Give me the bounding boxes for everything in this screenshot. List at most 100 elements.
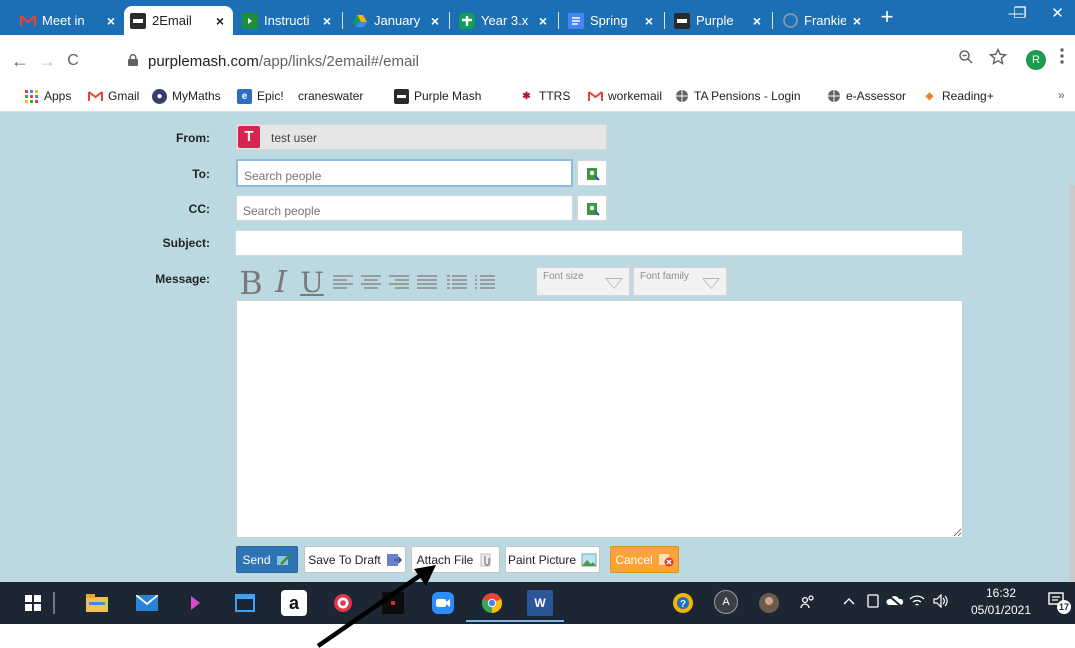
tab-2email[interactable]: 2Email × — [124, 6, 233, 35]
chevron-up-icon[interactable] — [842, 594, 856, 609]
tab-close-icon[interactable]: × — [320, 13, 334, 29]
target-app-icon[interactable] — [330, 590, 356, 616]
account-avatar[interactable]: A — [714, 590, 738, 614]
bookmark-craneswater[interactable]: craneswater — [298, 87, 363, 105]
docs-icon — [568, 12, 584, 29]
message-body-textarea[interactable] — [236, 300, 963, 538]
align-center-icon[interactable] — [360, 266, 382, 300]
bookmark-apps[interactable]: Apps — [24, 87, 71, 105]
volume-icon[interactable] — [932, 593, 950, 611]
classroom-icon — [242, 12, 258, 29]
clock-time[interactable]: 16:32 — [968, 585, 1034, 602]
chevron-down-icon — [702, 278, 720, 289]
power-automate-icon[interactable] — [184, 590, 210, 616]
tab-close-icon[interactable]: × — [104, 13, 118, 29]
tab-instructions[interactable]: Instructi × — [236, 6, 340, 35]
paint-picture-button[interactable]: Paint Picture — [505, 546, 600, 573]
tab-year3[interactable]: Year 3.x × — [453, 6, 556, 35]
bookmark-star-icon[interactable] — [987, 47, 1009, 70]
bookmark-label: Gmail — [108, 89, 140, 103]
amazon-icon[interactable]: a — [281, 590, 307, 616]
calendar-app-icon[interactable] — [232, 590, 258, 616]
wifi-icon[interactable] — [908, 594, 926, 611]
bookmark-mymaths[interactable]: ● MyMaths — [152, 87, 221, 105]
menu-kebab-icon[interactable] — [1057, 48, 1067, 70]
tab-close-icon[interactable]: × — [213, 13, 227, 29]
tab-frankie[interactable]: Frankie × — [776, 6, 870, 35]
close-window-button[interactable]: ✕ — [1040, 0, 1075, 30]
bookmark-reading-plus[interactable]: ◈ Reading+ — [922, 87, 994, 105]
word-active-indicator — [518, 620, 564, 622]
underline-button[interactable]: U — [298, 266, 326, 300]
windows-start-icon[interactable] — [20, 590, 46, 616]
url-text: purplemash.com/app/links/2email#/email — [148, 53, 419, 70]
reload-button[interactable]: C — [61, 49, 85, 73]
tab-spring[interactable]: Spring × — [562, 6, 662, 35]
profile-photo-icon[interactable] — [756, 590, 782, 616]
tablet-mode-icon[interactable] — [865, 594, 881, 611]
bookmark-label: craneswater — [298, 89, 364, 103]
font-size-select[interactable]: Font size — [536, 267, 630, 296]
maximize-button[interactable]: ❐ — [1005, 0, 1035, 30]
italic-button[interactable]: I — [270, 266, 292, 300]
cc-add-people-button[interactable] — [577, 195, 607, 221]
mail-icon[interactable] — [134, 590, 160, 616]
browser-tab-strip: Meet in × 2Email × Instructi × January ×… — [0, 0, 1075, 35]
chrome-icon[interactable] — [479, 590, 505, 616]
screen-recorder-icon[interactable] — [380, 590, 406, 616]
cancel-button[interactable]: Cancel — [610, 546, 679, 573]
to-add-people-button[interactable] — [577, 160, 607, 186]
back-button[interactable]: ← — [8, 49, 32, 73]
cc-search-input[interactable] — [236, 195, 573, 221]
bullet-list-icon[interactable] — [474, 266, 496, 300]
forward-button[interactable]: → — [35, 49, 59, 73]
help-icon[interactable]: ? — [670, 590, 696, 616]
align-left-icon[interactable] — [332, 266, 354, 300]
zoom-meeting-icon[interactable] — [430, 590, 456, 616]
bold-button[interactable]: B — [238, 266, 264, 300]
tab-close-icon[interactable]: × — [428, 13, 442, 29]
word-icon[interactable]: W — [527, 590, 553, 616]
zoom-icon[interactable] — [955, 49, 977, 71]
cancel-label: Cancel — [615, 552, 653, 567]
send-label: Send — [242, 552, 271, 567]
save-draft-icon — [386, 553, 402, 566]
bookmark-gmail[interactable]: Gmail — [88, 87, 139, 105]
onedrive-offline-icon[interactable] — [886, 594, 904, 611]
people-icon[interactable] — [800, 594, 816, 613]
bookmark-workemail[interactable]: workemail — [588, 87, 662, 105]
bookmark-ttrs[interactable]: ✱ TTRS — [519, 87, 570, 105]
file-explorer-icon[interactable] — [84, 590, 110, 616]
numbered-list-icon[interactable] — [446, 266, 468, 300]
task-view-divider — [52, 590, 56, 616]
to-search-input[interactable] — [236, 159, 573, 187]
clock-date[interactable]: 05/01/2021 — [968, 602, 1034, 619]
align-right-icon[interactable] — [388, 266, 410, 300]
new-tab-button[interactable]: + — [874, 6, 900, 30]
bookmark-label: TA Pensions - Login — [694, 89, 801, 103]
align-justify-icon[interactable] — [416, 266, 438, 300]
bookmark-epic[interactable]: e Epic! — [237, 87, 284, 105]
send-button[interactable]: Send — [236, 546, 298, 573]
tab-close-icon[interactable]: × — [642, 13, 656, 29]
tab-close-icon[interactable]: × — [536, 13, 550, 29]
readingplus-icon: ◈ — [925, 90, 934, 102]
attach-file-button[interactable]: Attach File — [411, 546, 500, 573]
tab-close-icon[interactable]: × — [750, 13, 764, 29]
tab-label: Frankie — [804, 13, 846, 28]
bookmarks-overflow-icon[interactable]: » — [1058, 88, 1065, 102]
bookmark-purple-mash[interactable]: Purple Mash — [394, 87, 481, 105]
tab-purple[interactable]: Purple × — [668, 6, 770, 35]
page-scrollbar[interactable] — [1070, 185, 1075, 585]
bookmark-ta-pensions[interactable]: TA Pensions - Login — [674, 87, 801, 105]
save-to-draft-button[interactable]: Save To Draft — [304, 546, 406, 573]
tab-close-icon[interactable]: × — [850, 13, 864, 29]
subject-input[interactable] — [235, 230, 963, 256]
profile-avatar[interactable]: R — [1026, 50, 1046, 70]
font-family-select[interactable]: Font family — [633, 267, 727, 296]
address-bar[interactable]: purplemash.com/app/links/2email#/email — [118, 48, 918, 76]
url-path: /app/links/2email#/email — [258, 53, 419, 70]
bookmark-e-assessor[interactable]: e-Assessor — [826, 87, 906, 105]
tab-meet-in[interactable]: Meet in × — [14, 6, 124, 35]
tab-january[interactable]: January × — [346, 6, 448, 35]
